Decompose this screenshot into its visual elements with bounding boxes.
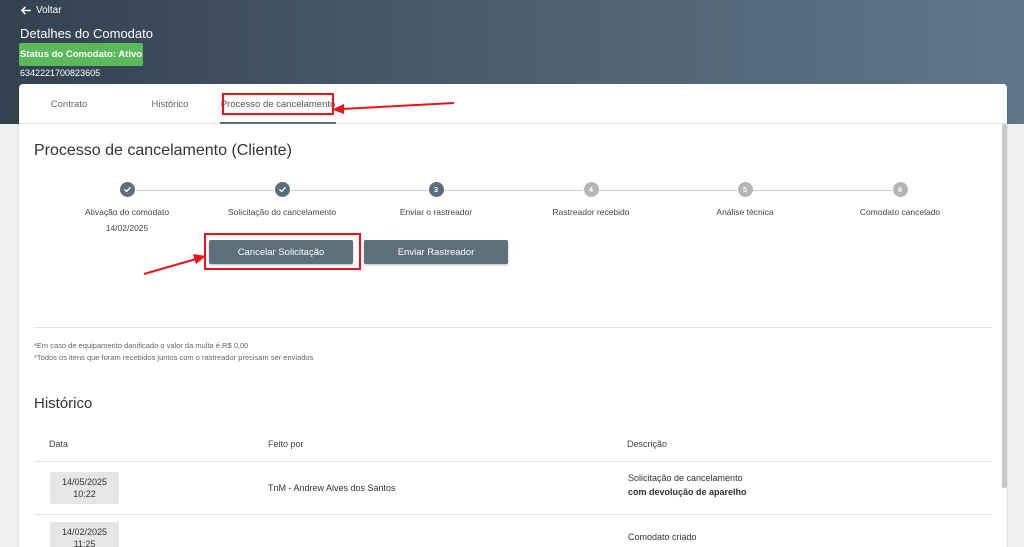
cancellation-stepper: Ativação do comodato 14/02/2025 Solicita…: [19, 182, 1007, 242]
step-label: Enviar o rastreador: [399, 207, 473, 217]
column-header-descricao: Descrição: [627, 439, 668, 449]
tab-contrato[interactable]: Contrato: [40, 84, 98, 124]
note-fine: *Em caso de equipamento danificado o val…: [34, 341, 249, 350]
step-date: 14/02/2025: [105, 223, 149, 233]
column-header-feito-por: Feito por: [268, 439, 304, 449]
step-label: Comodato cancelado: [859, 207, 941, 217]
back-link[interactable]: Voltar: [20, 3, 62, 17]
details-card: Contrato Histórico Processo de cancelame…: [19, 84, 1007, 547]
step-analise-tecnica: 5 Análise técnica: [665, 182, 825, 217]
step-label: Análise técnica: [716, 207, 774, 217]
step-number: 5: [737, 182, 753, 197]
tab-bar: Contrato Histórico Processo de cancelame…: [19, 84, 1007, 124]
row-date: 14/02/2025: [61, 527, 108, 537]
tab-label: Processo de cancelamento: [220, 98, 336, 110]
step-comodato-cancelado: 6 Comodato cancelado: [820, 182, 980, 217]
row-divider: [34, 514, 992, 515]
row-date: 14/05/2025: [61, 477, 108, 487]
row-divider: [34, 461, 992, 462]
step-check-circle: [274, 182, 290, 197]
step-check-circle: [119, 182, 135, 197]
row-time: 11:25: [73, 539, 96, 547]
serial-number: 6342221700823605: [20, 68, 101, 78]
step-solicitacao: Solicitação do cancelamento: [202, 182, 362, 217]
cancel-request-button[interactable]: Cancelar Solicitação: [209, 240, 353, 264]
page-title: Detalhes do Comodato: [20, 26, 153, 41]
step-number: 3: [428, 182, 444, 197]
row-author: TnM - Andrew Alves dos Santos: [268, 483, 396, 493]
tab-label: Contrato: [50, 98, 88, 110]
history-title: Histórico: [34, 395, 93, 412]
column-header-data: Data: [49, 439, 69, 449]
step-enviar-rastreador: 3 Enviar o rastreador: [356, 182, 516, 217]
row-description: Comodato criado: [628, 532, 697, 542]
step-number: 6: [892, 182, 908, 197]
date-chip: 14/05/2025 10:22: [50, 472, 119, 504]
row-time: 10:22: [73, 489, 96, 499]
section-divider: [34, 327, 992, 328]
step-rastreador-recebido: 4 Rastreador recebido: [511, 182, 671, 217]
scrollbar[interactable]: [1002, 124, 1007, 488]
check-icon: [123, 187, 131, 193]
arrow-left-icon: [21, 6, 31, 14]
tab-processo-cancelamento[interactable]: Processo de cancelamento: [220, 84, 336, 124]
status-badge: Status do Comodato: Ativo: [19, 43, 143, 66]
step-ativacao: Ativação do comodato 14/02/2025: [47, 182, 207, 233]
tab-historico[interactable]: Histórico: [141, 84, 199, 124]
step-label: Ativação do comodato: [84, 207, 170, 217]
date-chip: 14/02/2025 11:25: [50, 522, 119, 547]
send-tracker-button[interactable]: Enviar Rastreador: [364, 240, 508, 264]
step-number: 4: [583, 182, 599, 197]
step-label: Rastreador recebido: [552, 207, 630, 217]
row-description-bold: com devolução de aparelho: [628, 487, 747, 497]
step-label: Solicitação do cancelamento: [227, 207, 337, 217]
process-title: Processo de cancelamento (Cliente): [34, 142, 292, 159]
tab-label: Histórico: [151, 98, 189, 110]
check-icon: [278, 187, 286, 193]
back-label: Voltar: [36, 4, 62, 16]
row-description: Solicitação de cancelamento: [628, 473, 743, 483]
note-items: *Todos os itens que foram recebidos junt…: [34, 353, 314, 362]
